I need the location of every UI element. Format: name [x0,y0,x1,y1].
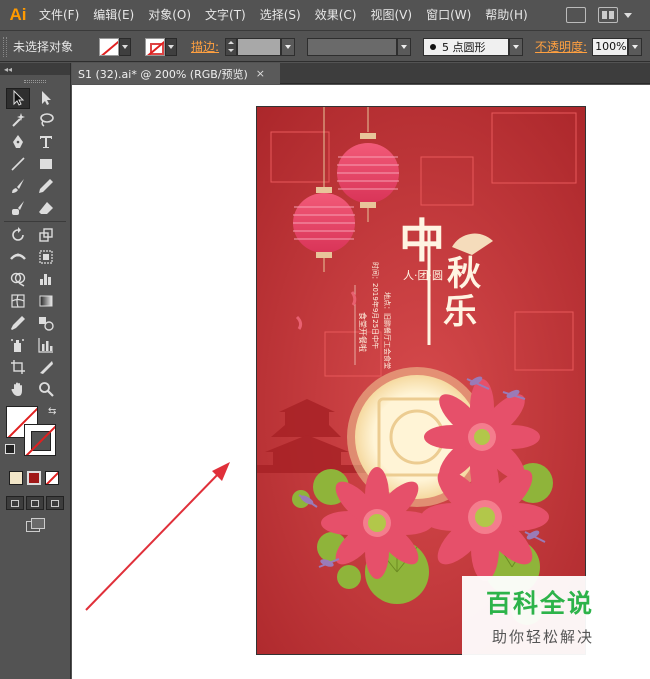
poster-time-text: 时间：2019年9月25日中午 [371,262,380,349]
magic-wand-tool-icon[interactable] [6,110,30,131]
selection-tool-icon[interactable] [6,87,30,109]
menu-file[interactable]: 文件(F) [32,0,86,31]
brush-definition-value: 5 点圆形 [442,40,486,54]
poster-title-char: 乐 [443,292,477,332]
control-bar: 未选择对象 描边: 5 点圆形 不透明度: 100% [0,32,650,62]
brush-dot-icon [430,43,437,50]
brush-dropdown[interactable] [509,37,524,56]
lasso-tool-icon[interactable] [34,110,58,131]
document-tab[interactable]: S1 (32).ai* @ 200% (RGB/预览) × [72,63,280,84]
tools-panel-grip[interactable] [0,75,70,87]
stroke-swatch[interactable] [24,424,56,456]
brush-definition-field[interactable]: 5 点圆形 [423,37,510,56]
variable-width-profile[interactable] [307,37,398,56]
artboard[interactable]: 中 秋 乐 人·团·圆 地点：旧鹏餐厅工会食堂 时间：2019年9月25日中午 … [256,106,586,655]
document-tab-bar: S1 (32).ai* @ 200% (RGB/预览) × [72,63,650,84]
lotus-flower [421,453,549,581]
symbol-sprayer-tool-icon[interactable] [6,335,30,356]
stroke-weight-dropdown[interactable] [281,37,296,56]
menu-edit[interactable]: 编辑(E) [86,0,141,31]
tools-panel-collapse[interactable]: ◂◂ [0,63,70,75]
rotate-tool-icon[interactable] [6,225,30,246]
color-mode-button[interactable] [9,471,23,485]
menu-bar: Ai 文件(F) 编辑(E) 对象(O) 文字(T) 选择(S) 效果(C) 视… [0,0,650,31]
direct-selection-tool-icon[interactable] [34,88,58,109]
shape-builder-tool-icon[interactable] [6,269,30,290]
opacity-dropdown[interactable] [628,37,643,56]
blend-tool-icon[interactable] [34,313,58,334]
eraser-tool-icon[interactable] [34,198,58,219]
canvas-area[interactable]: 中 秋 乐 人·团·圆 地点：旧鹏餐厅工会食堂 时间：2019年9月25日中午 … [72,85,650,679]
poster-badge-text: 食堂开餐啦 [358,312,368,352]
arrange-documents-icon[interactable] [598,7,618,23]
fill-dropdown[interactable] [119,37,131,56]
draw-inside-button[interactable] [46,496,64,510]
document-tab-title: S1 (32).ai* @ 200% (RGB/预览) [78,67,248,81]
slice-tool-icon[interactable] [34,357,58,378]
draw-behind-button[interactable] [26,496,44,510]
opacity-label[interactable]: 不透明度: [535,38,587,55]
type-tool-icon[interactable] [34,132,58,153]
stroke-color-button[interactable] [145,37,165,56]
width-tool-icon[interactable] [6,247,30,268]
default-fill-stroke-icon[interactable] [5,444,15,454]
illustrator-window: Ai 文件(F) 编辑(E) 对象(O) 文字(T) 选择(S) 效果(C) 视… [0,0,650,679]
artboard-tool-icon[interactable] [6,357,30,378]
bridge-icon[interactable] [566,7,586,23]
poster-title-char: 中 [399,214,445,268]
fill-stroke-control: ⇆ [0,404,70,466]
poster-subtitle: 人·团·圆 [403,269,443,282]
stroke-weight-label[interactable]: 描边: [191,38,219,55]
graph-tool-icon[interactable] [34,269,58,290]
line-segment-tool-icon[interactable] [6,154,30,175]
profile-dropdown[interactable] [397,37,412,56]
free-transform-tool-icon[interactable] [34,247,58,268]
app-logo: Ai [9,5,27,24]
chevron-down-icon[interactable] [624,12,632,18]
pen-tool-icon[interactable] [6,132,30,153]
gradient-tool-icon[interactable] [34,291,58,312]
paintbrush-tool-icon[interactable] [6,176,30,197]
selection-status: 未选择对象 [13,40,74,54]
watermark: 百科全说 助你轻松解决 [462,576,627,656]
pencil-tool-icon[interactable] [34,176,58,197]
menu-effect[interactable]: 效果(C) [308,0,364,31]
hand-tool-icon[interactable] [6,379,30,400]
opacity-field[interactable]: 100% [592,37,629,56]
mid-autumn-poster-artwork: 中 秋 乐 人·团·圆 地点：旧鹏餐厅工会食堂 时间：2019年9月25日中午 … [257,107,585,654]
tools-panel: ◂◂ ⇆ [0,63,71,679]
draw-normal-button[interactable] [6,496,24,510]
mesh-tool-icon[interactable] [6,291,30,312]
blob-brush-tool-icon[interactable] [6,198,30,219]
stroke-weight-stepper[interactable] [225,37,238,56]
rectangle-tool-icon[interactable] [34,154,58,175]
close-icon[interactable]: × [256,67,265,80]
eyedropper-tool-icon[interactable] [6,313,30,334]
fill-color-button[interactable] [99,37,119,56]
scale-tool-icon[interactable] [34,225,58,246]
watermark-subtitle: 助你轻松解决 [492,628,595,646]
stroke-weight-field[interactable] [237,37,282,56]
panel-grip[interactable] [3,36,7,57]
change-screen-mode-icon[interactable] [26,518,45,532]
watermark-title: 百科全说 [486,589,595,618]
lotus-flower [321,467,433,579]
menu-help[interactable]: 帮助(H) [478,0,534,31]
stroke-dropdown[interactable] [165,37,177,56]
poster-title-char: 秋 [447,254,481,294]
gradient-mode-button[interactable] [27,471,41,485]
menu-window[interactable]: 窗口(W) [419,0,478,31]
column-graph-tool-icon[interactable] [34,335,58,356]
menu-select[interactable]: 选择(S) [253,0,308,31]
menu-type[interactable]: 文字(T) [198,0,253,31]
none-mode-button[interactable] [45,471,59,485]
poster-location-text: 地点：旧鹏餐厅工会食堂 [383,292,392,369]
menu-view[interactable]: 视图(V) [363,0,419,31]
swap-fill-stroke-icon[interactable]: ⇆ [48,406,56,417]
zoom-tool-icon[interactable] [34,379,58,400]
menu-object[interactable]: 对象(O) [141,0,198,31]
